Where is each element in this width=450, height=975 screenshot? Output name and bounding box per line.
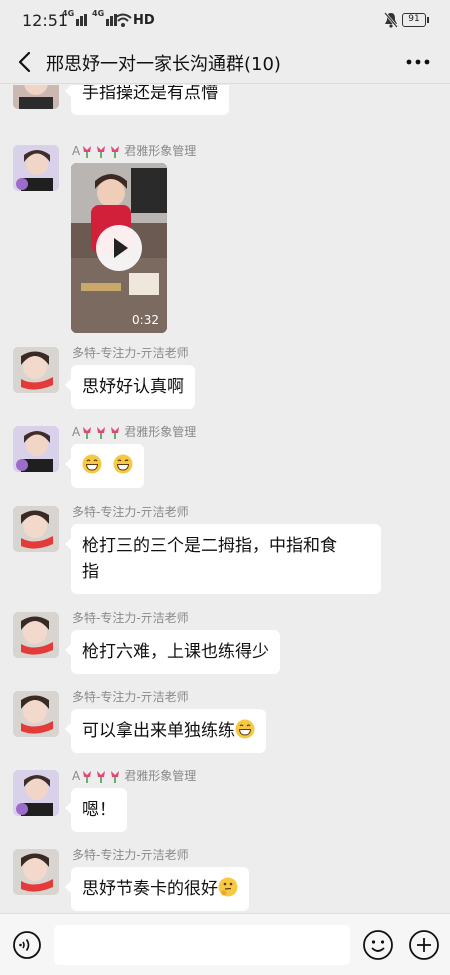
tulip-emoji-icon [83,146,120,158]
thinking-emoji-icon [218,877,238,897]
smile-icon[interactable] [362,929,394,961]
chat-title: 邢思妤一对一家长沟通群(10) [46,54,281,75]
hd-label: HD [133,13,155,28]
message-bubble[interactable]: 思妤好认真啊 [65,365,195,409]
chat-header: 邢思妤一对一家长沟通群(10) [0,40,450,84]
back-icon[interactable] [12,48,40,76]
message-text: 枪打六难，上课也练得少 [82,642,269,662]
voice-icon[interactable] [12,930,42,960]
message-text: 嗯！ [82,800,116,820]
avatar[interactable] [13,426,59,472]
avatar[interactable] [13,85,59,109]
message-text-line: 枪打三的三个是二拇指，中指和食 [82,536,337,556]
tulip-emoji-icon [83,427,120,439]
tulip-emoji-icon [83,771,120,783]
grin-emoji-icon [235,719,255,739]
grin-emoji-icon [113,454,133,474]
sender-name: A 君雅形象管理 [72,144,197,158]
avatar[interactable] [13,347,59,393]
sender-name: 多特-专注力-亓洁老师 [72,848,189,862]
avatar[interactable] [13,612,59,658]
message-text: 可以拿出来单独练练 [82,721,235,741]
message-text: 思妤节奏卡的很好 [82,879,218,899]
message-bubble[interactable]: 嗯！ [65,788,127,832]
sender-name: 多特-专注力-亓洁老师 [72,611,189,625]
sender-name: A 君雅形象管理 [72,769,197,783]
message-bubble[interactable] [64,444,145,488]
video-duration: 0:32 [132,313,159,327]
message-text: 思妤好认真啊 [82,377,184,397]
video-message[interactable]: 0:32 [71,163,167,333]
avatar[interactable] [13,770,59,816]
grin-emoji-icon [82,454,102,474]
mute-bell-icon [384,12,398,28]
message-bubble[interactable]: 思妤节奏卡的很好 [65,867,249,911]
message-text-line: 指 [82,562,99,582]
sender-name: 多特-专注力-亓洁老师 [72,690,189,704]
sender-name: 多特-专注力-亓洁老师 [72,346,189,360]
battery-indicator: 91 [402,13,429,27]
message-text: 手指操还是有点懵 [82,85,218,103]
avatar[interactable] [13,691,59,737]
plus-icon[interactable] [408,929,440,961]
message-bubble[interactable]: 可以拿出来单独练练 [65,709,266,753]
avatar[interactable] [13,849,59,895]
status-bar: 12:51 4G 4G HD 91 [0,0,450,40]
avatar[interactable] [13,145,59,191]
message-list[interactable]: 手指操还是有点懵 A 君雅形象管理 0:32 多特-专注力-亓洁老师 思妤好认真… [0,85,450,913]
signal-icon: 4G [62,9,87,26]
sender-name: 多特-专注力-亓洁老师 [72,505,189,519]
message-bubble[interactable]: 枪打三的三个是二拇指，中指和食 指 [65,524,381,594]
message-bubble[interactable]: 枪打六难，上课也练得少 [65,630,280,674]
sender-name: A 君雅形象管理 [72,425,197,439]
input-bar [0,913,450,975]
message-bubble[interactable]: 手指操还是有点懵 [65,85,229,115]
play-icon[interactable] [96,225,142,271]
avatar[interactable] [13,506,59,552]
wifi-icon [114,13,132,27]
message-input[interactable] [54,925,350,965]
more-icon[interactable] [400,50,436,74]
